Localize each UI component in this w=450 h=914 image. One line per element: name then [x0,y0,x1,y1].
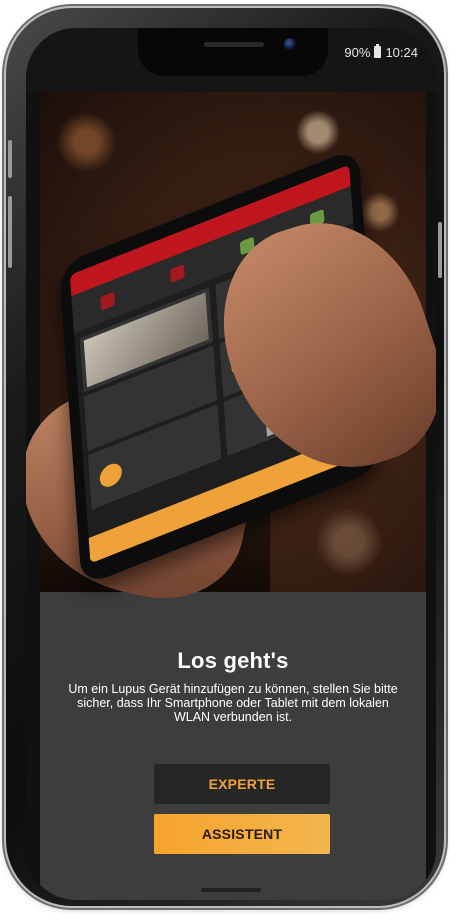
phone-frame: 90% 10:24 Los geht's Um ein Lupus Gerät … [6,8,444,906]
power-button [438,222,442,278]
battery-percentage: 90% [344,44,371,60]
status-indicators: 90% 10:24 [344,42,418,62]
volume-down-button [8,196,12,268]
camera-icon [284,38,296,50]
home-indicator [201,888,261,892]
page-title: Los geht's [177,648,289,673]
expert-button[interactable]: EXPERTE [154,764,330,804]
hero-image [26,92,436,614]
notch [138,28,328,76]
page-description: Um ein Lupus Gerät hinzufügen zu können,… [68,682,398,724]
battery-icon [374,44,382,58]
assistant-button[interactable]: ASSISTENT [154,814,330,854]
speaker-grille [204,42,264,47]
clock: 10:24 [385,44,418,60]
screen: 90% 10:24 Los geht's Um ein Lupus Gerät … [26,28,436,900]
status-bar: 90% 10:24 [26,28,436,92]
volume-up-button [8,140,12,178]
onboarding-screen: Los geht's Um ein Lupus Gerät hinzufügen… [26,92,436,900]
